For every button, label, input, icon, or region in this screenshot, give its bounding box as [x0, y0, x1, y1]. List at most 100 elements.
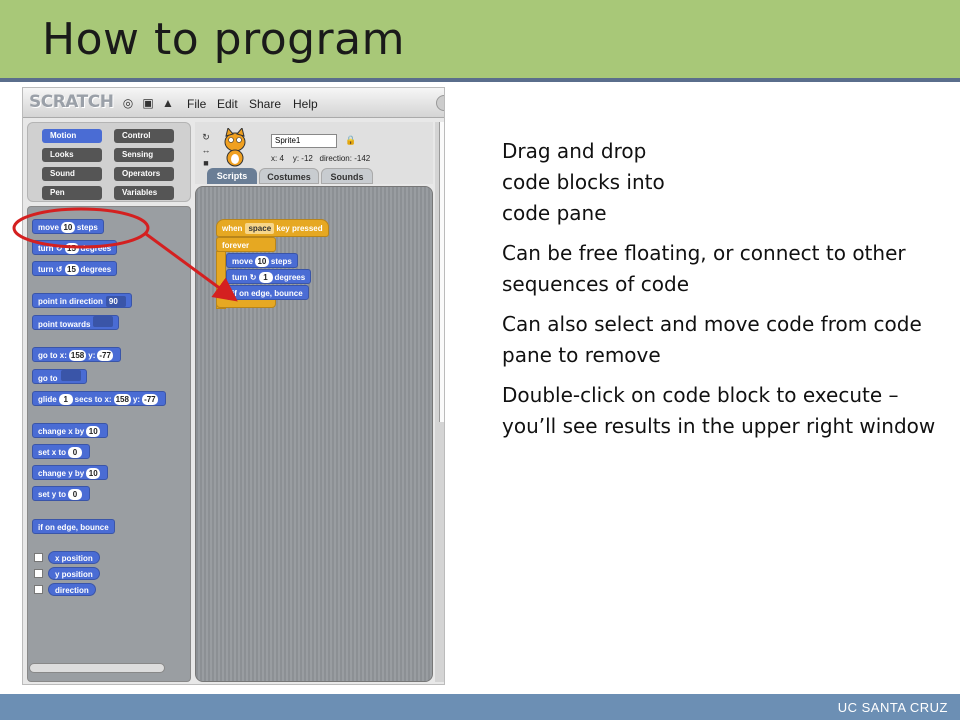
category-pen[interactable]: Pen: [42, 186, 102, 200]
block-set-y[interactable]: set y to 0: [32, 486, 91, 501]
share-icon[interactable]: ▲: [161, 96, 175, 110]
tab-costumes[interactable]: Costumes: [259, 168, 319, 184]
tab-scripts[interactable]: Scripts: [207, 168, 257, 184]
category-motion[interactable]: Motion: [42, 129, 102, 143]
block-turn[interactable]: turn ↻ 1 degrees: [226, 269, 312, 284]
y-position-checkbox[interactable]: [34, 569, 43, 578]
number-input[interactable]: 15: [64, 264, 79, 275]
footer-text: UC SANTA CRUZ: [837, 700, 948, 715]
block-if-on-edge-bounce[interactable]: if on edge, bounce: [226, 285, 309, 300]
key-dropdown[interactable]: space: [245, 223, 275, 234]
sprite-coordinates: x: 4 y: -12 direction: -142: [271, 154, 370, 163]
save-icon[interactable]: ▣: [141, 96, 155, 110]
block-text: steps: [76, 223, 98, 232]
block-text: move: [38, 223, 59, 232]
x-input[interactable]: 158: [113, 394, 131, 405]
number-input[interactable]: 0: [68, 489, 83, 500]
block-glide[interactable]: glide 1 secs to x: 158 y: -77: [32, 391, 166, 406]
number-input[interactable]: 10: [86, 468, 101, 479]
category-control[interactable]: Control: [114, 129, 174, 143]
sprite-name-field[interactable]: Sprite1: [271, 134, 337, 148]
palette-scrollbar[interactable]: [29, 663, 165, 673]
x-position-checkbox[interactable]: [34, 553, 43, 562]
block-text: degrees: [80, 265, 112, 274]
block-move-steps[interactable]: move 10 steps: [226, 253, 298, 268]
number-input[interactable]: 10: [254, 256, 269, 267]
bullet-list: Drag and drop code blocks into code pane…: [502, 136, 942, 451]
slide-title: How to program: [42, 14, 405, 65]
target-dropdown[interactable]: [93, 316, 114, 327]
block-go-to[interactable]: go to: [32, 369, 87, 384]
x-input[interactable]: 158: [68, 350, 87, 361]
block-change-y[interactable]: change y by 10: [32, 465, 109, 480]
block-text: go to x:: [38, 351, 67, 360]
block-text: secs to x:: [74, 395, 112, 404]
block-when-key-pressed[interactable]: when space key pressed: [216, 219, 329, 237]
category-panel: Motion Control Looks Sensing Sound Opera…: [27, 122, 191, 202]
block-point-in-direction[interactable]: point in direction 90: [32, 293, 132, 308]
menu-edit[interactable]: Edit: [217, 97, 238, 111]
direction-dropdown[interactable]: 90: [105, 296, 126, 307]
bullet-select-remove: Can also select and move code from code …: [502, 312, 922, 367]
direction-checkbox[interactable]: [34, 585, 43, 594]
category-looks[interactable]: Looks: [42, 148, 102, 162]
block-text: y:: [88, 351, 96, 360]
category-sound[interactable]: Sound: [42, 167, 102, 181]
menu-share[interactable]: Share: [249, 97, 281, 111]
block-if-on-edge-bounce[interactable]: if on edge, bounce: [32, 519, 115, 534]
block-text: turn: [38, 265, 54, 274]
block-point-towards[interactable]: point towards: [32, 315, 120, 330]
y-value: -12: [301, 154, 313, 163]
y-input[interactable]: -77: [97, 350, 113, 361]
number-input[interactable]: 0: [68, 447, 83, 458]
scripts-pane[interactable]: when space key pressed forever move 10 step…: [195, 186, 433, 682]
block-text: change x by: [38, 427, 85, 436]
rotate-cw-icon: ↻: [55, 244, 63, 253]
block-turn-ccw[interactable]: turn ↺ 15 degrees: [32, 261, 118, 276]
block-text: when: [222, 224, 243, 233]
menu-file[interactable]: File: [187, 97, 206, 111]
scratch-window: SCRATCH ◎ ▣ ▲ File Edit Share Help Motio…: [22, 87, 445, 685]
block-text: glide: [38, 395, 57, 404]
menu-help[interactable]: Help: [293, 97, 318, 111]
block-text: degrees: [274, 273, 306, 282]
block-text: set y to: [38, 490, 67, 499]
block-text: change y by: [38, 469, 85, 478]
block-turn-cw[interactable]: turn ↻ 15 degrees: [32, 240, 118, 255]
block-go-to-xy[interactable]: go to x: 158 y: -77: [32, 347, 121, 362]
language-button[interactable]: [436, 95, 444, 111]
category-sensing[interactable]: Sensing: [114, 148, 174, 162]
bullet-double-click: Double-click on code block to execute – …: [502, 383, 936, 438]
block-change-x[interactable]: change x by 10: [32, 423, 109, 438]
rotate-cw-icon: ↻: [249, 273, 257, 282]
block-forever[interactable]: forever: [216, 237, 276, 252]
lock-icon[interactable]: 🔒: [345, 135, 356, 146]
tab-sounds[interactable]: Sounds: [321, 168, 373, 184]
reporter-direction[interactable]: direction: [48, 583, 96, 596]
scratch-logo: SCRATCH: [29, 92, 114, 112]
block-text: key pressed: [276, 224, 323, 233]
globe-icon[interactable]: ◎: [121, 96, 135, 110]
reporter-x-position[interactable]: x position: [48, 551, 100, 564]
rotate-style-icon[interactable]: ↻: [199, 130, 213, 144]
block-set-x[interactable]: set x to 0: [32, 444, 91, 459]
block-text: move: [232, 257, 253, 266]
number-input[interactable]: 10: [86, 426, 101, 437]
number-input[interactable]: 15: [64, 243, 79, 254]
category-variables[interactable]: Variables: [114, 186, 174, 200]
x-label: x:: [271, 154, 278, 163]
number-input[interactable]: 1: [258, 272, 273, 283]
y-input[interactable]: -77: [142, 394, 158, 405]
secs-input[interactable]: 1: [58, 394, 73, 405]
block-text: set x to: [38, 448, 67, 457]
block-text: steps: [270, 257, 292, 266]
title-bar: How to program: [0, 0, 960, 78]
reporter-y-position[interactable]: y position: [48, 567, 100, 580]
target-dropdown[interactable]: [60, 370, 81, 381]
y-label: y:: [292, 154, 300, 163]
block-text: turn: [232, 273, 248, 282]
category-operators[interactable]: Operators: [114, 167, 174, 181]
block-move-steps[interactable]: move 10 steps: [32, 219, 104, 234]
number-input[interactable]: 10: [60, 222, 75, 233]
flip-style-icon[interactable]: ↔: [199, 143, 213, 157]
